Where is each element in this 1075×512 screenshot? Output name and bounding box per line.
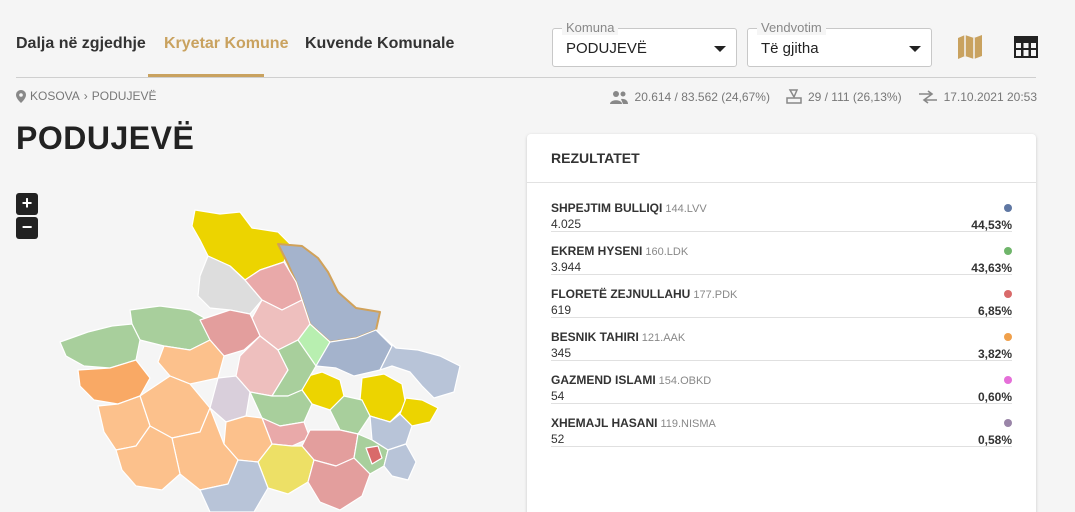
sync-arrows-icon — [918, 89, 937, 104]
candidate-party: 160.LDK — [645, 246, 689, 258]
zoom-in-button[interactable]: + — [16, 193, 38, 215]
party-color-dot — [1004, 419, 1012, 427]
candidate-votes: 4.025 — [551, 217, 582, 231]
results-title: REZULTATET — [527, 134, 1036, 183]
active-tab-indicator — [148, 74, 264, 77]
turnout-stat: 20.614 / 83.562 (24,67%) — [634, 89, 770, 104]
candidate-row[interactable]: SHPEJTIM BULLIQI 144.LVV 4.025 44,53% — [551, 195, 1012, 232]
candidate-row[interactable]: EKREM HYSENI 160.LDK 3.944 43,63% — [551, 238, 1012, 275]
last-updated: 17.10.2021 20:53 — [943, 89, 1037, 104]
candidate-name: GAZMEND ISLAMI — [551, 373, 656, 387]
map-view-icon[interactable] — [957, 34, 983, 60]
candidate-votes: 345 — [551, 346, 572, 360]
map-region — [129, 305, 211, 351]
candidate-percentage: 0,58% — [977, 433, 1012, 447]
people-icon — [609, 90, 628, 104]
polling-station-select-value: Të gjitha — [761, 40, 819, 57]
candidate-votes: 619 — [551, 303, 572, 317]
polling-stations-stat: 29 / 111 (26,13%) — [807, 89, 902, 104]
candidate-percentage: 43,63% — [971, 261, 1012, 275]
candidate-percentage: 0,60% — [977, 390, 1012, 404]
kosovo-municipality-map[interactable] — [40, 200, 480, 512]
breadcrumb-current: PODUJEVË — [91, 89, 157, 103]
caret-down-icon — [909, 46, 921, 52]
candidate-votes: 54 — [551, 389, 565, 403]
candidate-row[interactable]: GAZMEND ISLAMI 154.OBKD 54 0,60% — [551, 367, 1012, 404]
party-color-dot — [1004, 247, 1012, 255]
polling-station-select[interactable]: Vendvotim Të gjitha — [747, 20, 932, 67]
candidate-percentage: 3,82% — [977, 347, 1012, 361]
candidate-row[interactable]: FLORETË ZEJNULLAHU 177.PDK 619 6,85% — [551, 281, 1012, 318]
location-pin-icon — [16, 89, 26, 103]
party-color-dot — [1004, 204, 1012, 212]
polling-station-select-label: Vendvotim — [757, 20, 826, 35]
breadcrumb: KOSOVA › PODUJEVË — [16, 89, 156, 103]
party-color-dot — [1004, 290, 1012, 298]
municipality-select-label: Komuna — [562, 20, 619, 35]
page-title: PODUJEVË — [16, 120, 195, 156]
candidate-name: SHPEJTIM BULLIQI — [551, 201, 663, 215]
candidate-votes: 52 — [551, 432, 565, 446]
candidate-party: 119.NISMA — [660, 418, 716, 430]
candidate-party: 121.AAK — [641, 332, 686, 344]
candidate-votes: 3.944 — [551, 260, 582, 274]
map-region — [59, 323, 141, 369]
tab-mayor[interactable]: Kryetar Komune — [164, 35, 288, 53]
candidate-party: 177.PDK — [693, 289, 738, 301]
caret-down-icon — [714, 46, 726, 52]
breadcrumb-root[interactable]: KOSOVA — [30, 89, 80, 103]
tab-municipal-assembly[interactable]: Kuvende Komunale — [305, 35, 454, 53]
candidate-name: XHEMAJL HASANI — [551, 416, 658, 430]
summary-stats: 20.614 / 83.562 (24,67%) 29 / 111 (26,13… — [609, 89, 1037, 104]
municipality-select-value: PODUJEVË — [566, 40, 647, 57]
zoom-out-button[interactable]: − — [16, 217, 38, 239]
municipality-select[interactable]: Komuna PODUJEVË — [552, 20, 737, 67]
candidate-name: BESNIK TAHIRI — [551, 330, 639, 344]
candidate-party: 154.OBKD — [658, 375, 712, 387]
candidate-party: 144.LVV — [665, 203, 707, 215]
candidate-row[interactable]: XHEMAJL HASANI 119.NISMA 52 0,58% — [551, 410, 1012, 447]
results-panel: REZULTATET SHPEJTIM BULLIQI 144.LVV 4.025… — [527, 134, 1036, 512]
table-view-icon[interactable] — [1013, 34, 1039, 60]
candidate-percentage: 6,85% — [977, 304, 1012, 318]
chevron-right-icon: › — [83, 89, 88, 103]
party-color-dot — [1004, 333, 1012, 341]
ballot-box-icon — [786, 89, 802, 104]
candidate-percentage: 44,53% — [971, 218, 1012, 232]
map-region — [307, 457, 371, 511]
candidate-name: FLORETË ZEJNULLAHU — [551, 287, 691, 301]
tab-turnout[interactable]: Dalja në zgjedhje — [16, 35, 146, 53]
map-region — [383, 443, 417, 481]
candidate-row[interactable]: BESNIK TAHIRI 121.AAK 345 3,82% — [551, 324, 1012, 361]
candidate-name: EKREM HYSENI — [551, 244, 643, 258]
party-color-dot — [1004, 376, 1012, 384]
